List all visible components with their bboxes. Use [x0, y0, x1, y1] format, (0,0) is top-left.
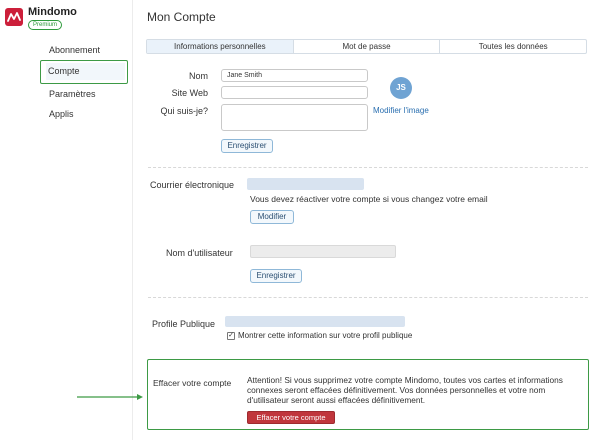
mindomo-logo-icon	[5, 8, 23, 26]
divider	[148, 167, 588, 168]
delete-account-button[interactable]: Effacer votre compte	[247, 411, 335, 424]
sidebar-item-label: Compte	[46, 63, 125, 80]
email-value-redacted	[247, 178, 364, 190]
tab-bar: Informations personnelles Mot de passe T…	[146, 39, 587, 54]
public-profile-checkbox-label: Montrer cette information sur votre prof…	[238, 331, 413, 340]
delete-account-section: Effacer votre compte Attention! Si vous …	[147, 359, 589, 430]
public-profile-label: Profile Publique	[152, 319, 216, 329]
public-profile-value-redacted	[225, 316, 405, 327]
avatar: JS	[390, 77, 412, 99]
about-label: Qui suis-je?	[160, 106, 208, 116]
plan-badge: Premium	[28, 20, 63, 30]
website-input[interactable]	[221, 86, 368, 99]
delete-account-label: Effacer votre compte	[153, 378, 232, 388]
sidebar-item-parametres[interactable]: Paramètres	[42, 84, 130, 104]
tab-personal-info[interactable]: Informations personnelles	[147, 40, 293, 53]
username-label: Nom d'utilisateur	[166, 248, 233, 258]
email-note: Vous devez réactiver votre compte si vou…	[250, 194, 488, 204]
sidebar: Mindomo Premium Abonnement Compte Paramè…	[0, 0, 133, 440]
modify-email-button[interactable]: Modifier	[250, 210, 294, 224]
name-input[interactable]: Jane Smith	[221, 69, 368, 82]
sidebar-item-compte[interactable]: Compte	[40, 60, 128, 84]
public-profile-checkbox[interactable]: ✓	[227, 332, 235, 340]
sidebar-item-abonnement[interactable]: Abonnement	[42, 40, 130, 60]
save-profile-button[interactable]: Enregistrer	[221, 139, 273, 153]
sidebar-item-applis[interactable]: Applis	[42, 104, 130, 124]
tab-all-data[interactable]: Toutes les données	[439, 40, 586, 53]
tab-password[interactable]: Mot de passe	[292, 40, 440, 53]
email-label: Courrier électronique	[150, 180, 235, 190]
annotation-arrow-icon	[77, 394, 143, 400]
name-label: Nom	[188, 71, 208, 81]
save-username-button[interactable]: Enregistrer	[250, 269, 302, 283]
website-label: Site Web	[171, 88, 208, 98]
username-input[interactable]	[250, 245, 396, 258]
sidebar-nav: Abonnement Compte Paramètres Applis	[40, 40, 130, 124]
about-textarea[interactable]	[221, 104, 368, 131]
brand-name: Mindomo	[28, 6, 77, 18]
divider	[148, 297, 588, 298]
change-image-link[interactable]: Modifier l'image	[373, 106, 429, 115]
brand: Mindomo Premium	[5, 6, 77, 30]
page-title: Mon Compte	[147, 10, 216, 24]
delete-account-warning: Attention! Si vous supprimez votre compt…	[247, 375, 563, 405]
